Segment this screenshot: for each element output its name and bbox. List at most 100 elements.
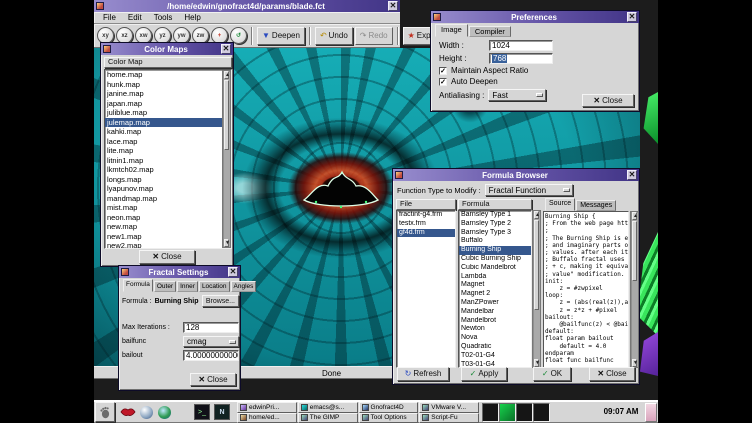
- scroll-down-icon[interactable]: ▼: [632, 359, 637, 367]
- pager-cell[interactable]: [482, 403, 499, 422]
- colormap-list-item[interactable]: lite.map: [105, 146, 231, 156]
- colormap-list-item[interactable]: home.map: [105, 70, 231, 80]
- scrollbar-thumb[interactable]: [224, 80, 229, 150]
- colormap-list-item[interactable]: lkmtch02.map: [105, 165, 231, 175]
- refresh-button[interactable]: ↻ Refresh: [397, 367, 449, 381]
- settings-titlebar[interactable]: Fractal Settings ✕: [119, 266, 240, 278]
- file-column-header[interactable]: File: [396, 199, 456, 210]
- formula-list-item[interactable]: Buffalo: [459, 237, 531, 246]
- colormap-list-item[interactable]: mist.map: [105, 203, 231, 213]
- formula-browser-titlebar[interactable]: Formula Browser ✕: [393, 169, 639, 181]
- close-button[interactable]: ✕ Close: [582, 94, 634, 107]
- close-icon[interactable]: ✕: [388, 1, 398, 11]
- formula-list-item[interactable]: ManZPower: [459, 299, 531, 308]
- close-button[interactable]: ✕ Close: [139, 250, 195, 264]
- source-tab[interactable]: Messages: [576, 200, 616, 211]
- colormap-list-item[interactable]: mandmap.map: [105, 194, 231, 204]
- formula-scrollbar[interactable]: ▲ ▼: [532, 210, 541, 368]
- height-field[interactable]: 768: [489, 53, 553, 64]
- colormap-list-item[interactable]: neon.map: [105, 213, 231, 223]
- scrollbar-thumb[interactable]: [632, 221, 637, 281]
- ok-button[interactable]: ✓ OK: [533, 367, 571, 381]
- pager-cell[interactable]: [533, 403, 550, 422]
- source-code-pane[interactable]: Burning Ship { ; From the web page http:…: [543, 211, 629, 368]
- globe-icon[interactable]: [154, 402, 174, 422]
- task-button[interactable]: Script-Fu: [419, 413, 479, 423]
- close-icon[interactable]: ✕: [627, 170, 637, 180]
- preferences-tab[interactable]: Compiler: [469, 26, 511, 37]
- panel-hide-button[interactable]: [645, 403, 657, 422]
- colormap-list-item[interactable]: lyapunov.map: [105, 184, 231, 194]
- preferences-titlebar[interactable]: Preferences ✕: [431, 11, 639, 23]
- formula-list-item[interactable]: Quadratic: [459, 343, 531, 352]
- formula-list-item[interactable]: Magnet 2: [459, 290, 531, 299]
- colormap-list-item[interactable]: new1.map: [105, 232, 231, 242]
- formula-list-item[interactable]: Cubic Mandelbrot: [459, 264, 531, 273]
- menu-item[interactable]: Help: [179, 12, 205, 23]
- width-field[interactable]: 1024: [489, 40, 553, 51]
- task-button[interactable]: emacs@s...: [298, 402, 358, 413]
- window-menu-icon[interactable]: [121, 268, 129, 276]
- scroll-down-icon[interactable]: ▼: [224, 239, 229, 247]
- colormap-list-item[interactable]: new2.map: [105, 241, 231, 249]
- colormap-list-item[interactable]: new.map: [105, 222, 231, 232]
- settings-tab[interactable]: Formula: [123, 279, 153, 292]
- close-icon[interactable]: ✕: [221, 44, 231, 54]
- colormap-column-header[interactable]: Color Map: [104, 57, 232, 68]
- settings-tab[interactable]: Outer: [154, 281, 176, 292]
- max-iterations-field[interactable]: 128: [183, 322, 239, 333]
- scrollbar-thumb[interactable]: [534, 220, 539, 310]
- netscape-icon[interactable]: N: [214, 404, 230, 420]
- colormap-list-item[interactable]: janine.map: [105, 89, 231, 99]
- close-button[interactable]: ✕ Close: [190, 373, 236, 386]
- redo-button[interactable]: ↷ Redo: [355, 27, 393, 45]
- task-button[interactable]: Tool Options: [359, 413, 419, 423]
- colormap-list-item[interactable]: longs.map: [105, 175, 231, 185]
- formula-list-item[interactable]: Cubic Burning Ship: [459, 255, 531, 264]
- window-menu-icon[interactable]: [103, 45, 111, 53]
- terminal-icon[interactable]: >_: [194, 404, 210, 420]
- preferences-tab[interactable]: Image: [435, 24, 468, 37]
- antialias-dropdown[interactable]: Fast: [488, 89, 546, 101]
- settings-tab[interactable]: Angles: [231, 281, 257, 292]
- auto-deepen-checkbox[interactable]: ✓: [439, 78, 447, 86]
- close-icon[interactable]: ✕: [228, 267, 238, 277]
- bailfunc-dropdown[interactable]: cmag: [183, 336, 239, 347]
- close-button[interactable]: ✕ Close: [589, 367, 635, 381]
- apply-button[interactable]: ✓ Apply: [461, 367, 507, 381]
- formula-list-item[interactable]: Burning Ship: [459, 246, 531, 255]
- formula-list-item[interactable]: Mandelbar: [459, 308, 531, 317]
- file-list-item[interactable]: testx.frm: [397, 220, 455, 229]
- main-window-titlebar[interactable]: /home/edwin/gnofract4d/params/blade.fct …: [94, 0, 400, 12]
- scroll-up-icon[interactable]: ▲: [224, 71, 229, 79]
- source-tab[interactable]: Source: [545, 198, 575, 211]
- maintain-aspect-checkbox[interactable]: ✓: [439, 67, 447, 75]
- window-menu-icon[interactable]: [96, 2, 104, 10]
- lips-applet[interactable]: [118, 402, 138, 422]
- formula-list-item[interactable]: T02-01-G4: [459, 352, 531, 361]
- colormap-list-item[interactable]: julemap.map: [105, 118, 231, 128]
- gnome-menu-button[interactable]: [95, 402, 115, 422]
- function-type-dropdown[interactable]: Fractal Function: [485, 184, 573, 196]
- file-list-item[interactable]: fractint-g4.frm: [397, 211, 455, 220]
- formula-list-item[interactable]: Barnsley Type 1: [459, 211, 531, 220]
- source-scrollbar[interactable]: ▲ ▼: [630, 211, 639, 368]
- task-button[interactable]: home/ed...: [237, 413, 297, 423]
- menu-item[interactable]: File: [98, 12, 121, 23]
- scroll-up-icon[interactable]: ▲: [632, 212, 637, 220]
- colormap-list-item[interactable]: litnin1.map: [105, 156, 231, 166]
- formula-list-item[interactable]: Nova: [459, 334, 531, 343]
- task-button[interactable]: edwinPri...: [237, 402, 297, 413]
- colormap-list-item[interactable]: kahki.map: [105, 127, 231, 137]
- colormap-list-item[interactable]: japan.map: [105, 99, 231, 109]
- colormap-scrollbar[interactable]: ▲ ▼: [222, 70, 231, 248]
- formula-list-item[interactable]: Mandelbrot: [459, 317, 531, 326]
- settings-tab[interactable]: Location: [199, 281, 230, 292]
- formula-list-item[interactable]: Magnet: [459, 281, 531, 290]
- undo-button[interactable]: ↶ Undo: [315, 27, 353, 45]
- formula-list-item[interactable]: Barnsley Type 3: [459, 229, 531, 238]
- formula-column-header[interactable]: Formula: [458, 199, 532, 210]
- task-button[interactable]: Gnofract4D: [359, 402, 419, 413]
- pager-cell-active[interactable]: [499, 403, 516, 422]
- window-menu-icon[interactable]: [395, 171, 403, 179]
